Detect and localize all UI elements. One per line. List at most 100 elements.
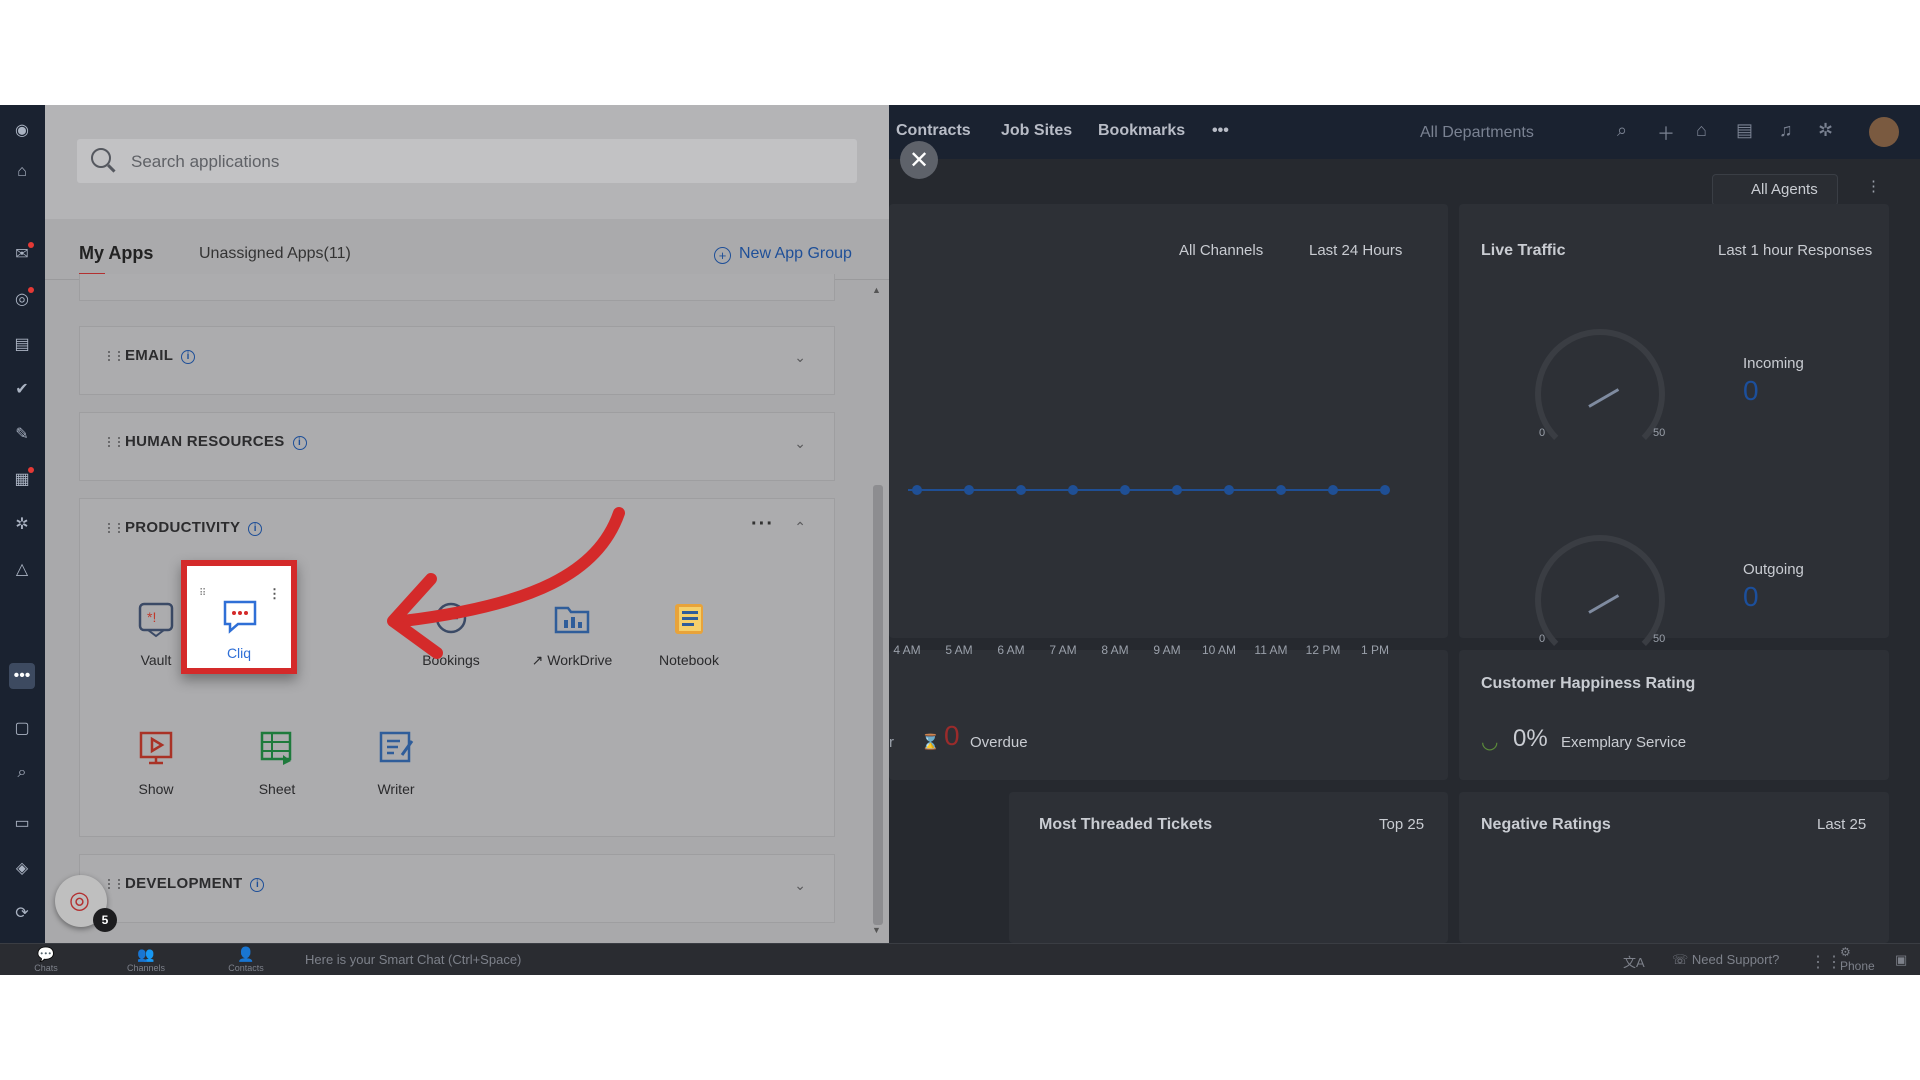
- chevron-down-icon[interactable]: ⌄: [794, 435, 806, 452]
- drag-handle-icon[interactable]: ⠿: [199, 588, 206, 599]
- more-options-icon[interactable]: ···: [751, 513, 774, 536]
- incoming-label: Incoming: [1743, 355, 1804, 372]
- inbox-icon[interactable]: ▭: [9, 810, 35, 836]
- phone-button[interactable]: ⚙ Phone: [1840, 945, 1875, 973]
- need-support-link[interactable]: ☏ Need Support?: [1672, 952, 1779, 968]
- scrollbar-thumb[interactable]: [873, 485, 883, 925]
- scroll-down-icon[interactable]: ▼: [872, 925, 881, 935]
- left-nav-rail: ◉ ⌂ ✉ ◎ ▤ ✔ ✎ ▦ ✲ △ ••• ▢ ⌕ ▭ ◈ ⟳: [0, 105, 45, 943]
- traffic-chart-card: [889, 204, 1448, 638]
- app-label: Show: [138, 781, 174, 797]
- show-icon: [139, 731, 173, 765]
- overdue-value: 0: [944, 720, 960, 751]
- app-options-icon[interactable]: ⋮: [268, 586, 281, 602]
- happiness-label: Exemplary Service: [1561, 734, 1687, 751]
- negative-last: Last 25: [1817, 816, 1867, 833]
- tab-unassigned-apps[interactable]: Unassigned Apps(11): [199, 245, 351, 263]
- app-logo-icon[interactable]: ◉: [9, 117, 35, 143]
- app-sheet[interactable]: Sheet: [222, 727, 332, 797]
- bottom-contacts[interactable]: 👤 Contacts: [221, 946, 271, 973]
- tasks-icon[interactable]: ✔: [9, 376, 35, 402]
- insights-icon[interactable]: △: [9, 556, 35, 582]
- user-avatar[interactable]: [1869, 117, 1899, 147]
- app-writer[interactable]: Writer: [341, 727, 451, 797]
- widget-icon[interactable]: ▣: [1895, 952, 1907, 968]
- nav-tab-job-sites[interactable]: Job Sites: [1001, 122, 1072, 140]
- info-icon: i: [248, 522, 263, 536]
- department-select[interactable]: All Departments: [1420, 124, 1534, 142]
- smart-chat-input[interactable]: Here is your Smart Chat (Ctrl+Space): [305, 952, 521, 967]
- notes-icon[interactable]: ▢: [9, 715, 35, 741]
- app-grid-icon[interactable]: ⋮⋮: [1810, 952, 1842, 972]
- period-filter[interactable]: Last 24 Hours: [1309, 242, 1402, 259]
- dashboard-background: All Agents ⋮ All Channels Last 24 Hours …: [889, 159, 1920, 943]
- chart-hour-label: 7 AM: [1049, 643, 1077, 657]
- reports-icon[interactable]: ✎: [9, 421, 35, 447]
- chart-hour-label: 8 AM: [1101, 643, 1129, 657]
- group-email[interactable]: EMAIL i ⌄: [79, 326, 835, 395]
- marketplace-icon[interactable]: ⌂: [1696, 120, 1707, 141]
- chevron-up-icon[interactable]: ⌃: [794, 519, 806, 536]
- close-drawer-button[interactable]: ✕: [900, 141, 938, 179]
- chart-point: [1276, 485, 1286, 495]
- gauge-min-2: 0: [1539, 633, 1546, 645]
- bottom-chats[interactable]: 💬 Chats: [21, 946, 71, 973]
- new-app-group-button[interactable]: + New App Group: [714, 245, 852, 264]
- app-cliq[interactable]: ⠿ ⋮ Cliq: [181, 560, 297, 674]
- global-search-icon[interactable]: ⌕: [1617, 120, 1627, 141]
- add-icon[interactable]: ＋: [1657, 120, 1675, 146]
- tag-icon[interactable]: ◈: [9, 855, 35, 881]
- app-show[interactable]: Show: [101, 727, 211, 797]
- tickets-icon[interactable]: ✉: [9, 241, 35, 267]
- group-human-resources[interactable]: HUMAN RESOURCES i ⌄: [79, 412, 835, 481]
- search-applications-input[interactable]: [129, 139, 833, 185]
- group-development[interactable]: DEVELOPMENT i ⌄: [79, 854, 835, 923]
- happiness-title: Customer Happiness Rating: [1481, 675, 1696, 692]
- info-icon: i: [250, 878, 265, 892]
- nav-tab-contracts[interactable]: Contracts: [896, 122, 971, 140]
- chart-point: [1224, 485, 1234, 495]
- pointer-arrow-icon: [387, 507, 625, 659]
- outgoing-gauge: [1535, 535, 1665, 665]
- drag-handle-icon[interactable]: [108, 879, 120, 889]
- chats-icon: 💬: [37, 946, 55, 962]
- feeds-icon[interactable]: ▤: [1736, 120, 1753, 141]
- chevron-down-icon[interactable]: ⌄: [794, 349, 806, 366]
- chart-point: [1328, 485, 1338, 495]
- channels-filter[interactable]: All Channels: [1179, 242, 1263, 259]
- more-apps-icon[interactable]: •••: [9, 663, 35, 689]
- live-traffic-title: Live Traffic: [1481, 242, 1566, 259]
- setup-gear-icon[interactable]: ✲: [1818, 120, 1833, 141]
- tab-my-apps[interactable]: My Apps: [79, 243, 153, 275]
- contacts-rail-icon[interactable]: ▤: [9, 331, 35, 357]
- scroll-up-icon[interactable]: ▲: [872, 285, 881, 295]
- threaded-title: Most Threaded Tickets: [1039, 816, 1213, 833]
- analytics-icon[interactable]: ▦: [9, 466, 35, 492]
- notification-count-badge: 5: [93, 908, 117, 932]
- app-notebook[interactable]: Notebook: [634, 598, 744, 668]
- settings-gear-icon[interactable]: ✲: [9, 511, 35, 537]
- chart-point: [1172, 485, 1182, 495]
- sync-icon[interactable]: ⟳: [9, 900, 35, 926]
- nav-more-icon[interactable]: •••: [1212, 122, 1229, 140]
- contacts-icon: 👤: [237, 946, 255, 962]
- search-bar[interactable]: [77, 139, 857, 185]
- translate-icon[interactable]: 文A: [1623, 952, 1645, 971]
- overdue-card: [889, 650, 1448, 780]
- svg-text:*!: *!: [147, 609, 156, 625]
- activities-icon[interactable]: ◎: [9, 286, 35, 312]
- gauge-max-2: 50: [1653, 633, 1666, 645]
- home-icon[interactable]: ⌂: [9, 159, 35, 185]
- search-rail-icon[interactable]: ⌕: [9, 760, 35, 786]
- notification-bell-icon[interactable]: ♫: [1779, 120, 1793, 141]
- drag-handle-icon[interactable]: [108, 523, 120, 533]
- sheet-icon: [260, 731, 292, 765]
- drag-handle-icon[interactable]: [108, 351, 120, 361]
- bottom-channels[interactable]: 👥 Channels: [121, 946, 171, 973]
- nav-tab-bookmarks[interactable]: Bookmarks: [1098, 122, 1185, 140]
- drag-handle-icon[interactable]: [108, 437, 120, 447]
- chevron-down-icon[interactable]: ⌄: [794, 877, 806, 894]
- chart-hour-label: 4 AM: [893, 643, 921, 657]
- kebab-icon[interactable]: ⋮: [1866, 177, 1881, 195]
- gauge-min: 0: [1539, 427, 1546, 439]
